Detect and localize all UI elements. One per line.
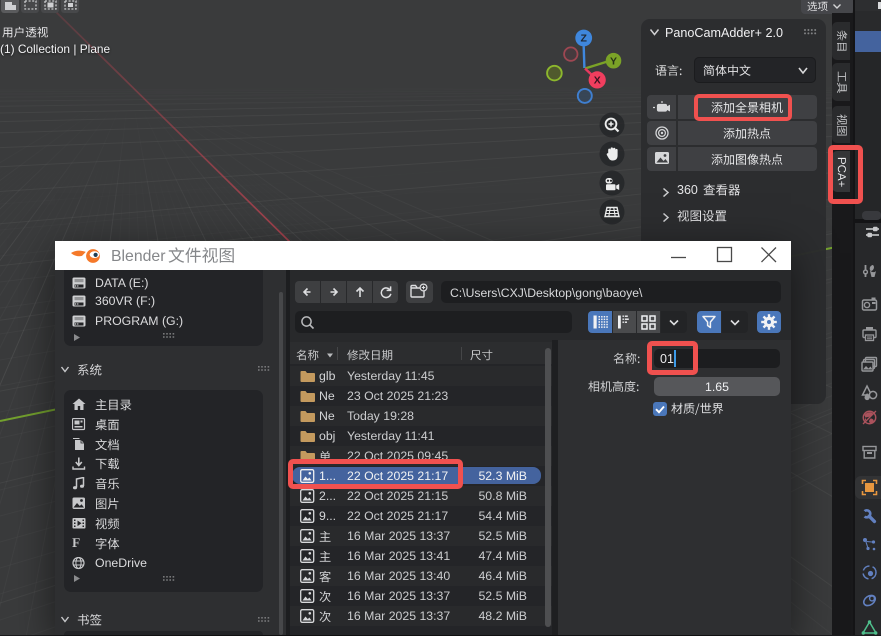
svg-text:Y: Y xyxy=(610,55,617,67)
svg-text:X: X xyxy=(594,75,601,87)
svg-text:Z: Z xyxy=(580,33,587,45)
